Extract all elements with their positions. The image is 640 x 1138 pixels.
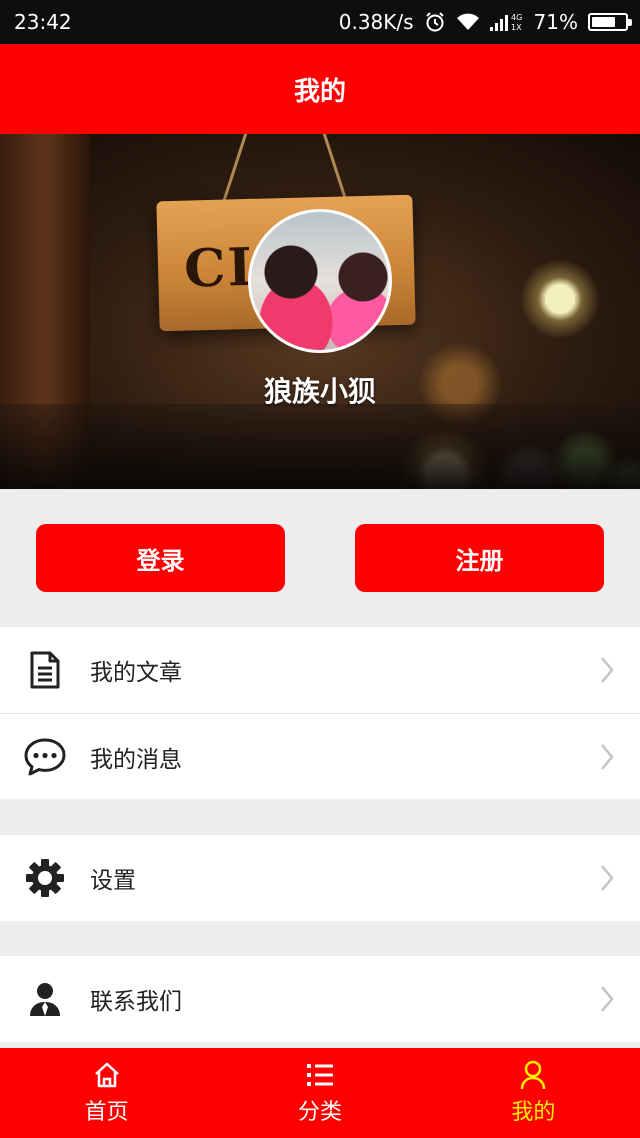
chevron-right-icon	[601, 657, 614, 683]
svg-text:1X: 1X	[511, 23, 522, 32]
user-icon	[520, 1060, 546, 1090]
menu-item-contact[interactable]: 联系我们	[0, 956, 640, 1042]
profile-banner: CL 狼族小狈	[0, 134, 640, 489]
nav-item-mine[interactable]: 我的	[427, 1048, 640, 1138]
battery-percent: 71%	[533, 10, 578, 34]
list-icon	[306, 1060, 334, 1090]
menu-item-settings[interactable]: 设置	[0, 835, 640, 921]
document-icon	[0, 627, 90, 713]
status-indicators: 0.38K/s 4G 1X 71%	[338, 10, 632, 34]
network-speed: 0.38K/s	[338, 10, 414, 34]
nav-label-mine: 我的	[511, 1100, 556, 1125]
gear-icon	[0, 835, 90, 921]
login-button[interactable]: 登录	[36, 524, 285, 592]
menu-item-messages[interactable]: 我的消息	[0, 713, 640, 799]
chevron-right-icon	[601, 865, 614, 891]
page-title: 我的	[293, 76, 346, 107]
status-time: 23:42	[14, 10, 72, 34]
bottom-nav: 首页 分类 我的	[0, 1048, 640, 1138]
menu-label-articles: 我的文章	[90, 660, 182, 686]
menu-label-contact: 联系我们	[90, 989, 182, 1015]
chevron-right-icon	[601, 986, 614, 1012]
app-header: 我的	[0, 44, 640, 134]
battery-level	[592, 17, 615, 27]
svg-text:4G: 4G	[511, 13, 522, 22]
chevron-right-icon	[601, 744, 614, 770]
menu-label-messages: 我的消息	[90, 746, 182, 773]
auth-area: 登录 注册	[0, 489, 640, 627]
nav-item-category[interactable]: 分类	[213, 1048, 426, 1138]
status-bar: 23:42 0.38K/s 4G 1X 71%	[0, 0, 640, 44]
nav-item-home[interactable]: 首页	[0, 1048, 213, 1138]
battery-icon	[588, 13, 632, 31]
alarm-icon	[424, 11, 446, 33]
menu-item-articles[interactable]: 我的文章	[0, 627, 640, 713]
wifi-icon	[456, 12, 480, 32]
chat-icon	[0, 714, 90, 800]
menu-group-settings: 设置	[0, 835, 640, 921]
menu-group-contact: 联系我们	[0, 956, 640, 1042]
home-icon	[93, 1060, 121, 1090]
nav-label-home: 首页	[84, 1100, 129, 1125]
menu-label-settings: 设置	[90, 868, 136, 894]
user-name: 狼族小狈	[263, 375, 376, 408]
signal-icon: 4G 1X	[489, 11, 524, 33]
person-icon	[0, 956, 90, 1042]
avatar[interactable]	[248, 209, 392, 353]
nav-label-category: 分类	[297, 1100, 342, 1125]
banner-table	[0, 404, 640, 489]
menu-group-content: 我的文章 我的消息	[0, 627, 640, 799]
register-button[interactable]: 注册	[355, 524, 604, 592]
